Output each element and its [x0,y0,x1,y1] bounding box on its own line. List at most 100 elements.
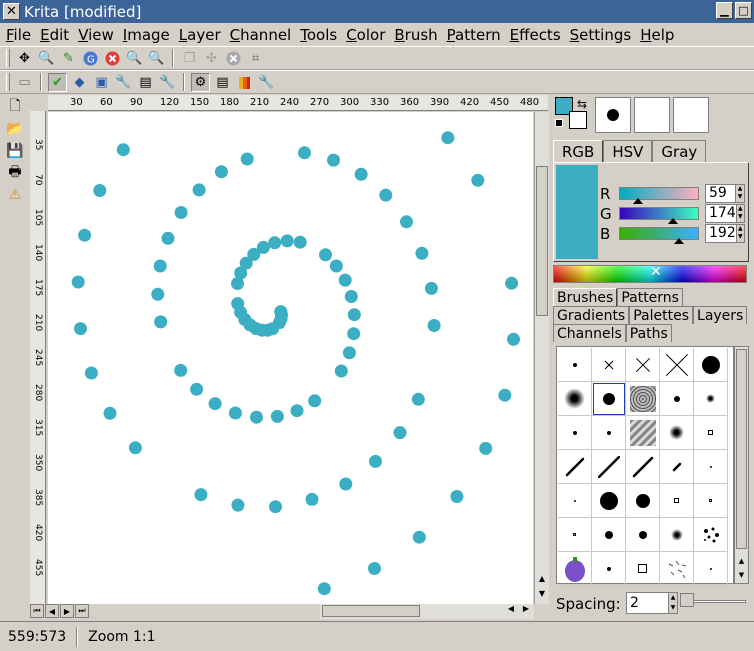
brush-preset[interactable] [558,450,592,484]
brush-preset[interactable] [626,552,660,586]
brush-preset[interactable] [694,484,728,518]
menu-tools[interactable]: Tools [297,26,340,44]
red-value-input[interactable]: 59 ▲ ▼ [705,183,745,203]
crop-icon[interactable]: ⌗ [246,49,265,68]
menu-brush[interactable]: Brush [391,26,440,44]
pattern-preview[interactable] [634,97,670,133]
save-icon[interactable]: 💾 [6,142,24,160]
brush-preset[interactable] [558,552,592,586]
menu-effects[interactable]: Effects [507,26,564,44]
menu-file[interactable]: File [3,26,34,44]
prev-page-icon[interactable]: ◀ [45,604,59,618]
drawing-canvas[interactable] [48,112,533,604]
color-swatch-widget[interactable]: ⇆ [555,97,591,133]
blue-value-input[interactable]: 192 ▲ ▼ [705,223,745,243]
settings-wrench-icon[interactable]: 🔧 [158,73,177,92]
canvas-vertical-scrollbar[interactable]: ▲ ▼ [534,112,549,604]
tab-gray[interactable]: Gray [652,140,707,162]
brush-tool-icon[interactable]: ✔ [48,72,67,92]
brush-preset[interactable] [558,484,592,518]
brush-preset[interactable] [694,552,728,586]
brush-preset[interactable] [694,450,728,484]
brush-scroll-down-icon[interactable]: ▼ [735,571,748,583]
menu-edit[interactable]: Edit [37,26,72,44]
brush-preset[interactable] [660,552,694,586]
tab-rgb[interactable]: RGB [553,140,604,162]
brush-preset[interactable] [592,552,626,586]
scroll-up-icon[interactable]: ▲ [536,574,548,588]
next-page-icon[interactable]: ▶ [60,604,74,618]
brush-preset[interactable] [660,450,694,484]
first-page-icon[interactable]: ⏮ [30,604,44,618]
configure-icon[interactable]: 🔧 [257,73,276,92]
tab-brushes[interactable]: Brushes [553,288,618,306]
brush-preset[interactable] [694,382,728,416]
eraser-icon[interactable]: ◆ [70,73,89,92]
select-icon[interactable]: ▣ [92,73,111,92]
page-icon[interactable]: ▤ [136,73,155,92]
green-slider[interactable] [619,206,699,224]
rectangle-select-icon[interactable]: ▭ [15,73,34,92]
horizontal-scroll-thumb[interactable] [322,605,420,617]
reset-colors-icon[interactable] [555,119,563,127]
blue-slider-thumb[interactable] [673,237,684,244]
brush-preset[interactable] [626,484,660,518]
brush-preset[interactable] [592,348,626,382]
menu-color[interactable]: Color [343,26,388,44]
menu-pattern[interactable]: Pattern [444,26,504,44]
open-folder-icon[interactable]: 📂 [6,120,24,138]
scroll-right-icon[interactable]: ▶ [519,604,533,618]
brush-preset[interactable] [558,382,592,416]
tab-paths[interactable]: Paths [625,324,672,342]
zoom-in-icon[interactable]: 🔍 [125,49,144,68]
cancel-icon[interactable] [224,49,243,68]
spacing-slider[interactable] [680,593,746,607]
zoom-tool-icon[interactable]: 🔍 [37,49,56,68]
toolbar-grip[interactable] [6,49,10,67]
brush-scroll-up-icon[interactable]: ▲ [735,557,748,569]
vertical-scroll-thumb[interactable] [536,166,548,316]
maximize-button[interactable]: □ [735,2,752,19]
green-value-input[interactable]: 174 ▲ ▼ [705,203,745,223]
brush-preset[interactable] [694,416,728,450]
menu-channel[interactable]: Channel [227,26,295,44]
red-slider[interactable] [619,186,699,204]
brush-preset[interactable] [558,348,592,382]
brush-preview[interactable] [595,97,631,133]
brush-preset[interactable] [626,348,660,382]
scroll-left-icon[interactable]: ◀ [504,604,518,618]
brush-scrollbar[interactable]: ▲ ▼ [734,346,749,584]
window-menu-icon[interactable]: ✕ [3,3,20,20]
brush-preset[interactable] [626,450,660,484]
brush-preset[interactable] [660,518,694,552]
brush-preset[interactable] [626,416,660,450]
brush-preset[interactable] [592,450,626,484]
swap-colors-icon[interactable]: ⇆ [577,97,587,111]
print-icon[interactable]: 🖶 [6,164,24,182]
brush-preset[interactable] [660,382,694,416]
brush-preset[interactable] [592,382,626,416]
menu-settings[interactable]: Settings [567,26,635,44]
copy-icon[interactable]: ❐ [180,49,199,68]
spacing-input[interactable]: 2 ▲ ▼ [626,592,678,614]
tab-channels[interactable]: Channels [553,324,626,342]
tab-palettes[interactable]: Palettes [629,306,694,324]
palette-icon[interactable] [235,73,254,92]
stop-icon[interactable] [103,49,122,68]
tab-hsv[interactable]: HSV [603,140,653,162]
menu-help[interactable]: Help [637,26,677,44]
brush-preset[interactable] [660,348,694,382]
fill-icon[interactable]: G [81,49,100,68]
brush-preset[interactable] [592,416,626,450]
wrench-icon[interactable]: 🔧 [114,73,133,92]
tab-gradients[interactable]: Gradients [553,306,630,324]
brush-preset[interactable] [626,382,660,416]
tab-layers[interactable]: Layers [693,306,748,324]
brush-preset[interactable] [694,518,728,552]
gear-icon[interactable]: ⚙ [191,72,210,92]
brush-preset[interactable] [694,348,728,382]
toolbar-grip[interactable] [6,73,10,91]
brush-preset[interactable] [660,416,694,450]
color-picker-icon[interactable]: ✎ [59,49,78,68]
move-tool-icon[interactable]: ✥ [15,49,34,68]
